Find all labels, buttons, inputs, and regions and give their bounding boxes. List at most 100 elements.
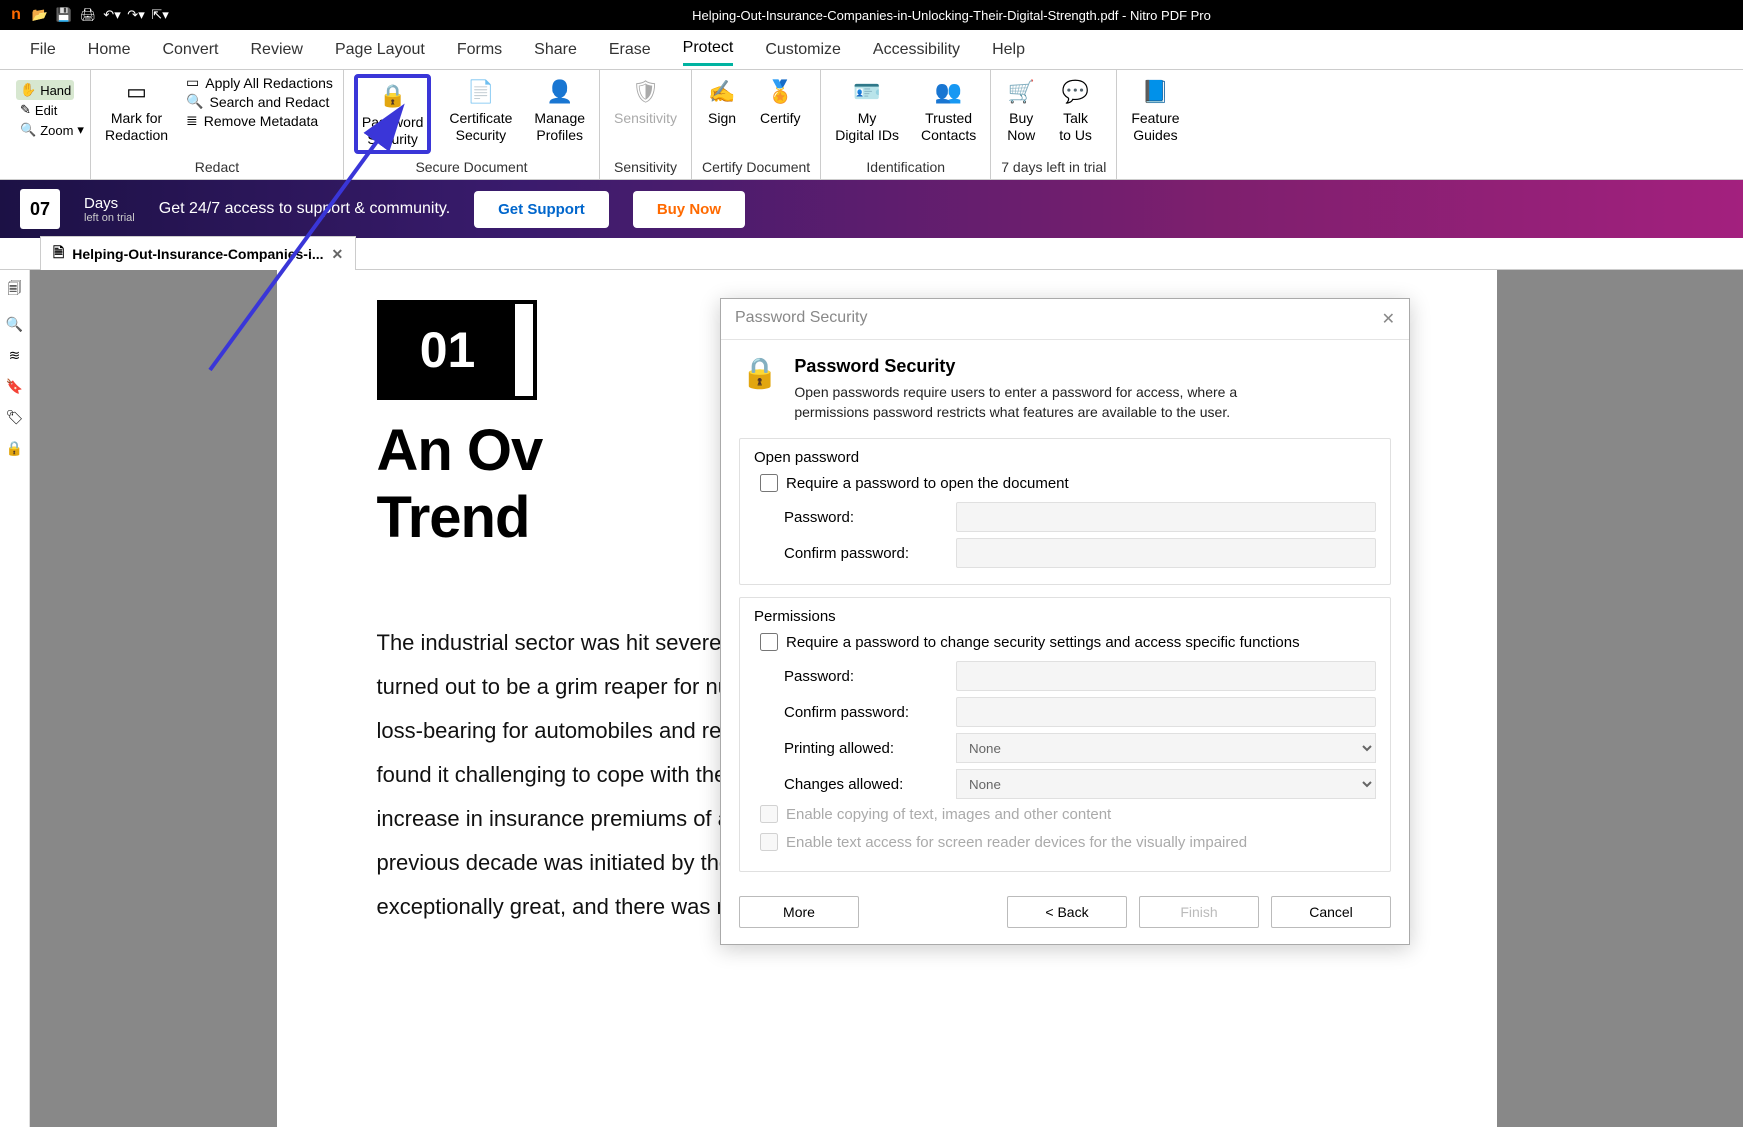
permissions-section: Permissions Require a password to change… xyxy=(739,597,1391,872)
require-open-password-checkbox[interactable] xyxy=(760,474,778,492)
finish-button: Finish xyxy=(1139,896,1259,928)
undo-icon[interactable]: ↶▾ xyxy=(104,7,120,23)
search-redact-button[interactable]: 🔍 Search and Redact xyxy=(186,93,333,110)
perm-password-label: Password: xyxy=(784,668,944,685)
menu-share[interactable]: Share xyxy=(534,35,577,65)
enable-text-access-label: Enable text access for screen reader dev… xyxy=(786,834,1247,851)
sensitivity-icon: 🛡 xyxy=(630,76,662,108)
tool-edit[interactable]: ✎ Edit xyxy=(16,100,74,120)
days-badge: 07 xyxy=(20,189,60,229)
group-certify: ✍ Sign 🏅 Certify Certify Document xyxy=(692,70,821,179)
title-bar: n 📂 💾 🖨 ↶▾ ↷▾ ⇱▾ Helping-Out-Insurance-C… xyxy=(0,0,1743,30)
buy-now-button[interactable]: 🛒 Buy Now xyxy=(1001,74,1041,146)
back-button[interactable]: < Back xyxy=(1007,896,1127,928)
remove-metadata-button[interactable]: ≣ Remove Metadata xyxy=(186,112,333,129)
tags-panel-icon[interactable]: 🏷 xyxy=(6,409,24,426)
pages-panel-icon[interactable]: 🗐 xyxy=(8,278,22,302)
permissions-label: Permissions xyxy=(754,608,1376,625)
tab-label: Helping-Out-Insurance-Companies-i... xyxy=(72,246,323,262)
ribbon: ✋ Hand ✎ Edit 🔍 Zoom ▾ ▭ Mark for Redact… xyxy=(0,70,1743,180)
trusted-contacts-button[interactable]: 👥 Trusted Contacts xyxy=(917,74,980,146)
sidebar-strip: 🗐 🔍 ≋ 🔖 🏷 🔒 xyxy=(0,270,30,1127)
window-title: Helping-Out-Insurance-Companies-in-Unloc… xyxy=(168,8,1735,23)
enable-copy-checkbox xyxy=(760,805,778,823)
perm-confirm-password-input[interactable] xyxy=(956,697,1376,727)
file-icon: 🗎 xyxy=(53,242,64,266)
password-security-button[interactable]: 🔒 Password Security xyxy=(354,74,431,154)
menu-review[interactable]: Review xyxy=(251,35,303,65)
enable-text-access-checkbox xyxy=(760,833,778,851)
menu-home[interactable]: Home xyxy=(88,35,131,65)
buy-now-banner-button[interactable]: Buy Now xyxy=(633,191,745,228)
search-panel-icon[interactable]: 🔍 xyxy=(6,316,23,333)
open-password-section: Open password Require a password to open… xyxy=(739,438,1391,585)
group-feature-guides: 📘 Feature Guides xyxy=(1117,70,1193,179)
menu-help[interactable]: Help xyxy=(992,35,1025,65)
save-icon[interactable]: 💾 xyxy=(56,7,72,23)
printing-allowed-label: Printing allowed: xyxy=(784,740,944,757)
redaction-icon: ▭ xyxy=(121,76,153,108)
chapter-badge: 01 xyxy=(377,300,537,400)
perm-password-input[interactable] xyxy=(956,661,1376,691)
group-label: Certify Document xyxy=(702,155,810,177)
changes-allowed-select[interactable]: None xyxy=(956,769,1376,799)
feature-guides-button[interactable]: 📘 Feature Guides xyxy=(1127,74,1183,146)
close-tab-icon[interactable]: ✕ xyxy=(332,246,344,263)
trial-banner: 07 Days left on trial Get 24/7 access to… xyxy=(0,180,1743,238)
apply-redactions-button[interactable]: ▭ Apply All Redactions xyxy=(186,74,333,91)
digital-ids-button[interactable]: 🪪 My Digital IDs xyxy=(831,74,903,146)
open-password-input[interactable] xyxy=(956,502,1376,532)
open-confirm-password-input[interactable] xyxy=(956,538,1376,568)
mark-for-redaction-button[interactable]: ▭ Mark for Redaction xyxy=(101,74,172,146)
password-lock-icon: 🔒 xyxy=(377,80,409,112)
certify-icon: 🏅 xyxy=(764,76,796,108)
dialog-description: Open passwords require users to enter a … xyxy=(794,383,1314,422)
dialog-title: Password Security xyxy=(735,309,868,329)
certificate-security-button[interactable]: 📄 Certificate Security xyxy=(445,74,516,146)
group-trial: 🛒 Buy Now 💬 Talk to Us 7 days left in tr… xyxy=(991,70,1117,179)
talk-to-us-button[interactable]: 💬 Talk to Us xyxy=(1055,74,1096,146)
menu-protect[interactable]: Protect xyxy=(683,33,734,66)
get-support-button[interactable]: Get Support xyxy=(474,191,609,228)
menu-erase[interactable]: Erase xyxy=(609,35,651,65)
menu-page-layout[interactable]: Page Layout xyxy=(335,35,425,65)
dialog-footer: More < Back Finish Cancel xyxy=(721,884,1409,944)
open-icon[interactable]: 📂 xyxy=(32,7,48,23)
more-button[interactable]: More xyxy=(739,896,859,928)
require-permissions-password-checkbox[interactable] xyxy=(760,633,778,651)
group-label: Redact xyxy=(101,155,333,177)
perm-confirm-label: Confirm password: xyxy=(784,704,944,721)
redo-icon[interactable]: ↷▾ xyxy=(128,7,144,23)
security-panel-icon[interactable]: 🔒 xyxy=(6,440,23,457)
document-tab[interactable]: 🗎 Helping-Out-Insurance-Companies-i... ✕ xyxy=(40,236,356,271)
tool-zoom[interactable]: 🔍 Zoom ▾ xyxy=(16,120,74,140)
confirm-password-label: Confirm password: xyxy=(784,545,944,562)
menu-customize[interactable]: Customize xyxy=(765,35,841,65)
menu-file[interactable]: File xyxy=(30,35,56,65)
group-redact: ▭ Mark for Redaction ▭ Apply All Redacti… xyxy=(91,70,344,179)
chat-icon: 💬 xyxy=(1060,76,1092,108)
days-heading: Days xyxy=(84,195,135,212)
menu-bar: File Home Convert Review Page Layout For… xyxy=(0,30,1743,70)
id-icon: 🪪 xyxy=(851,76,883,108)
menu-forms[interactable]: Forms xyxy=(457,35,502,65)
tool-hand[interactable]: ✋ Hand xyxy=(16,80,74,100)
export-icon[interactable]: ⇱▾ xyxy=(152,7,168,23)
menu-convert[interactable]: Convert xyxy=(162,35,218,65)
certificate-icon: 📄 xyxy=(465,76,497,108)
sensitivity-button: 🛡 Sensitivity xyxy=(610,74,681,129)
print-icon[interactable]: 🖨 xyxy=(80,7,96,23)
menu-accessibility[interactable]: Accessibility xyxy=(873,35,960,65)
sign-button[interactable]: ✍ Sign xyxy=(702,74,742,129)
open-password-label: Open password xyxy=(754,449,1376,466)
group-sensitivity: 🛡 Sensitivity Sensitivity xyxy=(600,70,692,179)
layers-panel-icon[interactable]: ≋ xyxy=(9,347,21,364)
enable-copy-label: Enable copying of text, images and other… xyxy=(786,806,1111,823)
bookmarks-panel-icon[interactable]: 🔖 xyxy=(6,378,23,395)
certify-button[interactable]: 🏅 Certify xyxy=(756,74,804,129)
dialog-close-icon[interactable]: ✕ xyxy=(1382,309,1395,329)
cancel-button[interactable]: Cancel xyxy=(1271,896,1391,928)
printing-allowed-select[interactable]: None xyxy=(956,733,1376,763)
manage-profiles-button[interactable]: 👤 Manage Profiles xyxy=(530,74,589,146)
password-security-dialog: Password Security ✕ 🔒 Password Security … xyxy=(720,298,1410,945)
